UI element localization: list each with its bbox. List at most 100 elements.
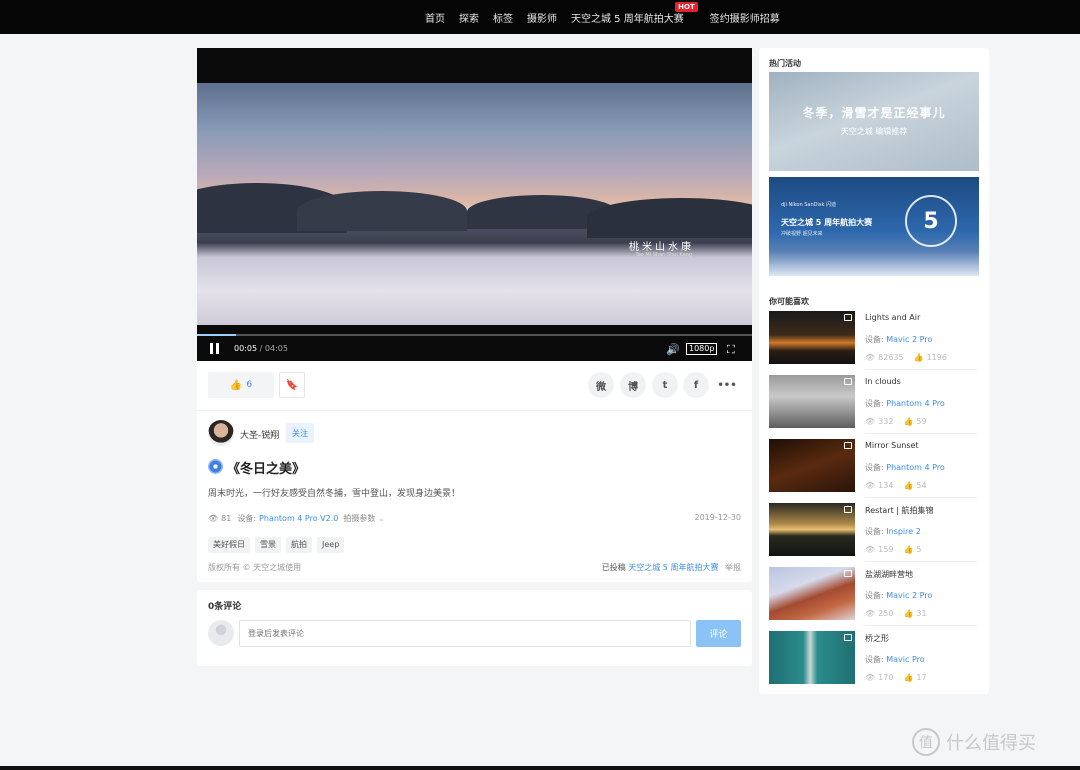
views-icon: 👁 (208, 514, 219, 523)
report-link[interactable]: 举报 (725, 563, 741, 572)
top-nav-bar: 首页 探索 标签 摄影师 天空之城 5 周年航拍大赛 HOT 签约摄影师招募 (0, 0, 1080, 34)
video-progress-bar[interactable] (197, 334, 752, 336)
device-label: 设备: (865, 463, 884, 472)
views-icon: 👁 (865, 673, 876, 682)
like-count: 59 (916, 417, 927, 426)
shooting-params-toggle[interactable]: 拍摄参数 ⌄ (343, 513, 384, 524)
recommended-title: 你可能喜欢 (769, 297, 809, 306)
video-thumbnail[interactable] (769, 567, 855, 620)
recommended-title-text[interactable]: In clouds (865, 377, 901, 386)
pause-icon[interactable] (210, 343, 222, 355)
wechat-icon[interactable]: 微 (588, 372, 614, 398)
post-date: 2019-12-30 (694, 513, 742, 522)
submission-info: 已投稿 天空之城 5 周年航拍大赛 举报 (602, 562, 741, 573)
twitter-icon[interactable]: t (652, 372, 678, 398)
volume-icon[interactable]: 🔊 (666, 343, 680, 356)
view-count: 250 (878, 609, 894, 618)
contest-link[interactable]: 天空之城 5 周年航拍大赛 (628, 563, 718, 572)
device-link[interactable]: Phantom 4 Pro V2.0 (259, 514, 338, 523)
device-link[interactable]: Mavic 2 Pro (886, 335, 932, 344)
nav-item-recruit[interactable]: 签约摄影师招募 (710, 10, 780, 25)
watermark-logo-icon: 值 (912, 728, 940, 756)
follow-button[interactable]: 关注 (286, 423, 314, 443)
hot-events-title: 热门活动 (769, 59, 801, 68)
fullscreen-icon[interactable]: ⛶ (727, 343, 735, 357)
recommended-title-text[interactable]: 桥之形 (865, 633, 889, 644)
bookmark-button[interactable]: 🔖 (279, 372, 305, 398)
view-count: 170 (878, 673, 894, 682)
nav-item-home[interactable]: 首页 (425, 10, 445, 25)
comment-submit-button[interactable]: 评论 (696, 620, 741, 647)
tag-item[interactable]: 美好假日 (208, 537, 250, 553)
video-thumbnail[interactable] (769, 311, 855, 364)
banner-title: 冬季，滑雪才是正经事儿 (802, 106, 946, 120)
recommended-stats: 👁 134 👍 54 (865, 481, 927, 490)
recommended-title-text[interactable]: 盐湖湖畔营地 (865, 569, 913, 580)
thumbs-up-icon: 👍 (913, 353, 924, 362)
recommended-stats: 👁 82635 👍 1196 (865, 353, 947, 362)
video-thumbnail[interactable] (769, 631, 855, 684)
resolution-selector[interactable]: 1080p (686, 343, 718, 355)
comment-input[interactable] (239, 620, 691, 647)
device-link[interactable]: Phantom 4 Pro (886, 399, 945, 408)
recommended-stats: 👁 159 👍 5 (865, 545, 922, 554)
user-avatar (208, 620, 234, 646)
recommended-item[interactable]: In clouds 设备: Phantom 4 Pro 👁 332 👍 59 (769, 375, 979, 439)
bottom-bar (0, 766, 1080, 770)
thumbs-up-icon: 👍 (229, 379, 243, 391)
verified-badge-icon (208, 459, 223, 474)
video-thumbnail[interactable] (769, 503, 855, 556)
nav-item-contest[interactable]: 天空之城 5 周年航拍大赛 HOT (571, 1, 698, 25)
recommended-item[interactable]: Restart | 航拍集锦 设备: Inspire 2 👁 159 👍 5 (769, 503, 979, 567)
view-count: 159 (878, 545, 894, 554)
video-thumbnail[interactable] (769, 375, 855, 428)
comments-title: 0条评论 (208, 602, 242, 612)
device-link[interactable]: Phantom 4 Pro (886, 463, 945, 472)
thumbs-up-icon: 👍 (903, 481, 914, 490)
recommended-title-text[interactable]: Lights and Air (865, 313, 920, 322)
recommended-item[interactable]: 桥之形 设备: Mavic Pro 👁 170 👍 17 (769, 631, 979, 695)
image-icon (844, 506, 852, 513)
recommended-item[interactable]: Lights and Air 设备: Mavic 2 Pro 👁 82635 👍 11… (769, 311, 979, 375)
author-name[interactable]: 大圣-锐翔 (240, 428, 279, 441)
views-icon: 👁 (865, 353, 876, 362)
recommended-item[interactable]: 盐湖湖畔营地 设备: Mavic 2 Pro 👁 250 👍 31 (769, 567, 979, 631)
recommended-item[interactable]: Mirror Sunset 设备: Phantom 4 Pro 👁 134 👍 54 (769, 439, 979, 503)
event-banner-contest[interactable]: dji Nikon SanDisk 闪迪 天空之城 5 周年航拍大赛 冲破视野 … (769, 177, 979, 276)
post-meta: 👁 81 设备: Phantom 4 Pro V2.0 拍摄参数 ⌄ (208, 513, 385, 524)
video-thumbnail[interactable] (769, 439, 855, 492)
weibo-icon[interactable]: 博 (620, 372, 646, 398)
video-player[interactable]: 桃米山水康 Tao Mi Shan Shui Kang 00:05 / 04:0… (197, 48, 752, 361)
nav-item-photographers[interactable]: 摄影师 (527, 10, 557, 25)
thumbs-up-icon: 👍 (903, 545, 914, 554)
video-frame[interactable]: 桃米山水康 Tao Mi Shan Shui Kang (197, 83, 752, 325)
divider (865, 625, 977, 626)
bookmark-icon: 🔖 (285, 379, 299, 391)
views-icon: 👁 (865, 545, 876, 554)
submitted-label: 已投稿 (601, 563, 626, 572)
post-card: 桃米山水康 Tao Mi Shan Shui Kang 00:05 / 04:0… (197, 48, 752, 582)
device-link[interactable]: Mavic 2 Pro (886, 591, 932, 600)
image-icon (844, 634, 852, 641)
recommended-title-text[interactable]: Restart | 航拍集锦 (865, 505, 934, 516)
duration: 04:05 (264, 344, 288, 353)
recommended-title-text[interactable]: Mirror Sunset (865, 441, 919, 450)
like-button[interactable]: 👍 6 (208, 372, 274, 398)
device-link[interactable]: Inspire 2 (886, 527, 921, 536)
image-icon (844, 570, 852, 577)
event-banner-ski[interactable]: 冬季，滑雪才是正经事儿 天空之城 编辑推荐 (769, 72, 979, 171)
tag-item[interactable]: 雪景 (255, 537, 281, 553)
facebook-icon[interactable]: f (683, 372, 709, 398)
nav-item-tags[interactable]: 标签 (493, 10, 513, 25)
author-avatar[interactable] (208, 420, 234, 446)
more-icon[interactable]: ••• (714, 372, 740, 398)
tag-item[interactable]: Jeep (317, 537, 345, 553)
nav-item-explore[interactable]: 探索 (459, 10, 479, 25)
thumbs-up-icon: 👍 (903, 673, 914, 682)
view-count: 81 (221, 514, 232, 523)
image-icon (844, 378, 852, 385)
tag-item[interactable]: 航拍 (286, 537, 312, 553)
device-link[interactable]: Mavic Pro (886, 655, 924, 664)
video-controls: 00:05 / 04:05 🔊 1080p ⛶ (197, 338, 752, 360)
time-separator: / (259, 344, 263, 353)
